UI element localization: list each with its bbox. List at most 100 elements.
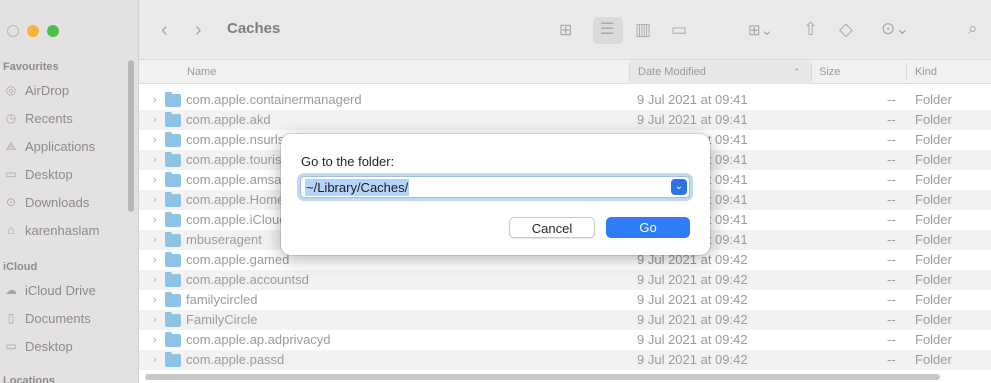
file-kind: Folder <box>915 272 952 287</box>
column-date-modified[interactable]: Date Modified ⌃ <box>630 60 811 84</box>
file-date: 9 Jul 2021 at 09:42 <box>637 352 748 367</box>
file-size: -- <box>887 212 896 227</box>
folder-icon <box>165 172 181 187</box>
disclosure-chevron-icon[interactable]: › <box>153 330 157 350</box>
dialog-label: Go to the folder: <box>301 154 395 169</box>
file-name: com.apple.gamed <box>186 252 290 267</box>
sidebar-item-documents[interactable]: ▯ Documents <box>3 308 123 328</box>
home-icon: ⌂ <box>7 223 15 237</box>
desktop-icon: ▭ <box>5 167 17 181</box>
disclosure-chevron-icon[interactable]: › <box>153 230 157 250</box>
folder-icon <box>165 252 181 267</box>
disclosure-chevron-icon[interactable]: › <box>153 270 157 290</box>
folder-icon <box>165 192 181 207</box>
group-button[interactable]: ⊞⌄ <box>748 21 773 41</box>
file-kind: Folder <box>915 152 952 167</box>
file-kind: Folder <box>915 172 952 187</box>
file-name: com.apple.akd <box>186 112 271 127</box>
file-kind: Folder <box>915 232 952 247</box>
file-row[interactable]: › FamilyCircle 9 Jul 2021 at 09:42 -- Folder <box>139 310 991 330</box>
file-size: -- <box>887 172 896 187</box>
sidebar-item-home[interactable]: ⌂ karenhaslam <box>3 220 123 240</box>
column-name[interactable]: Name <box>179 60 629 84</box>
disclosure-chevron-icon[interactable]: › <box>153 110 157 130</box>
folder-path-input[interactable]: ~/Library/Caches/ <box>305 179 410 196</box>
file-size: -- <box>887 192 896 207</box>
file-kind: Folder <box>915 112 952 127</box>
window-title: Caches <box>227 20 281 37</box>
zoom-window-button[interactable] <box>47 25 59 37</box>
share-icon[interactable]: ⇧ <box>803 19 818 39</box>
file-size: -- <box>887 252 896 267</box>
disclosure-chevron-icon[interactable]: › <box>153 350 157 370</box>
sidebar-item-recents[interactable]: ◷ Recents <box>3 108 123 128</box>
chevron-down-icon[interactable]: ⌄ <box>671 179 687 195</box>
file-kind: Folder <box>915 332 952 347</box>
sidebar-item-downloads[interactable]: ⊙ Downloads <box>3 192 123 212</box>
file-size: -- <box>887 132 896 147</box>
sidebar-item-icloud-drive[interactable]: ☁ iCloud Drive <box>3 280 123 300</box>
column-kind[interactable]: Kind <box>907 60 991 84</box>
horizontal-scrollbar[interactable] <box>145 374 940 380</box>
minimize-window-button[interactable] <box>27 25 39 37</box>
downloads-icon: ⊙ <box>5 195 17 209</box>
file-row[interactable]: › familycircled 9 Jul 2021 at 09:42 -- Folde… <box>139 290 991 310</box>
file-size: -- <box>887 272 896 287</box>
file-size: -- <box>887 292 896 307</box>
disclosure-chevron-icon[interactable]: › <box>153 190 157 210</box>
tag-icon[interactable]: ◇ <box>839 19 853 39</box>
file-date: 9 Jul 2021 at 09:42 <box>637 292 748 307</box>
file-kind: Folder <box>915 132 952 147</box>
column-view-button[interactable]: ▥ <box>635 20 651 40</box>
sidebar-item-icloud-desktop[interactable]: ▭ Desktop <box>3 336 123 356</box>
back-button[interactable]: ‹ <box>161 20 168 40</box>
column-header: Name Date Modified ⌃ Size Kind <box>139 60 991 84</box>
disclosure-chevron-icon[interactable]: › <box>153 310 157 330</box>
disclosure-chevron-icon[interactable]: › <box>153 250 157 270</box>
sidebar-section-icloud: iCloud <box>3 261 38 273</box>
folder-icon <box>165 332 181 347</box>
folder-icon <box>165 272 181 287</box>
file-kind: Folder <box>915 352 952 367</box>
toolbar: ‹ › Caches ⊞ ☰ ▥ ▭ ⊞⌄ ⇧ ◇ ⊙⌄ ⌕ <box>139 0 991 60</box>
column-size[interactable]: Size <box>811 60 906 84</box>
disclosure-chevron-icon[interactable]: › <box>153 130 157 150</box>
list-view-button[interactable]: ☰ <box>593 17 623 44</box>
folder-icon <box>165 152 181 167</box>
file-row[interactable]: › com.apple.passd 9 Jul 2021 at 09:42 -- Fol… <box>139 350 991 370</box>
file-row[interactable]: › com.apple.containermanagerd 9 Jul 2021 a… <box>139 90 991 110</box>
sidebar-item-desktop[interactable]: ▭ Desktop <box>3 164 123 184</box>
go-button[interactable]: Go <box>606 217 690 238</box>
disclosure-chevron-icon[interactable]: › <box>153 170 157 190</box>
sidebar-item-airdrop[interactable]: ◎ AirDrop <box>3 80 123 100</box>
forward-button[interactable]: › <box>195 20 202 40</box>
file-row[interactable]: › com.apple.akd 9 Jul 2021 at 09:41 -- Folde… <box>139 110 991 130</box>
folder-icon <box>165 132 181 147</box>
applications-icon: ⟁ <box>5 138 17 153</box>
disclosure-chevron-icon[interactable]: › <box>153 90 157 110</box>
file-name: com.apple.tourist <box>186 152 285 167</box>
file-name: com.apple.accountsd <box>186 272 309 287</box>
close-window-button[interactable] <box>7 25 19 37</box>
folder-icon <box>165 92 181 107</box>
sidebar-section-favourites: Favourites <box>3 61 59 73</box>
file-row[interactable]: › com.apple.ap.adprivacyd 9 Jul 2021 at 09… <box>139 330 991 350</box>
finder-window: Favourites ◎ AirDrop ◷ Recents ⟁ Applicatio… <box>0 0 991 383</box>
sort-ascending-icon: ⌃ <box>793 67 801 77</box>
file-size: -- <box>887 92 896 107</box>
gallery-view-button[interactable]: ▭ <box>671 20 687 40</box>
folder-icon <box>165 312 181 327</box>
cancel-button[interactable]: Cancel <box>509 217 595 238</box>
folder-path-field[interactable]: ~/Library/Caches/ ⌄ <box>300 176 690 198</box>
disclosure-chevron-icon[interactable]: › <box>153 150 157 170</box>
icon-view-button[interactable]: ⊞ <box>559 21 572 41</box>
sidebar-scrollbar[interactable] <box>128 60 134 212</box>
more-actions-button[interactable]: ⊙⌄ <box>881 19 910 39</box>
file-name: com.apple.passd <box>186 352 285 367</box>
search-icon[interactable]: ⌕ <box>968 19 978 39</box>
file-row[interactable]: › com.apple.accountsd 9 Jul 2021 at 09:42 -… <box>139 270 991 290</box>
disclosure-chevron-icon[interactable]: › <box>153 290 157 310</box>
file-kind: Folder <box>915 92 952 107</box>
sidebar-item-applications[interactable]: ⟁ Applications <box>3 136 123 156</box>
disclosure-chevron-icon[interactable]: › <box>153 210 157 230</box>
